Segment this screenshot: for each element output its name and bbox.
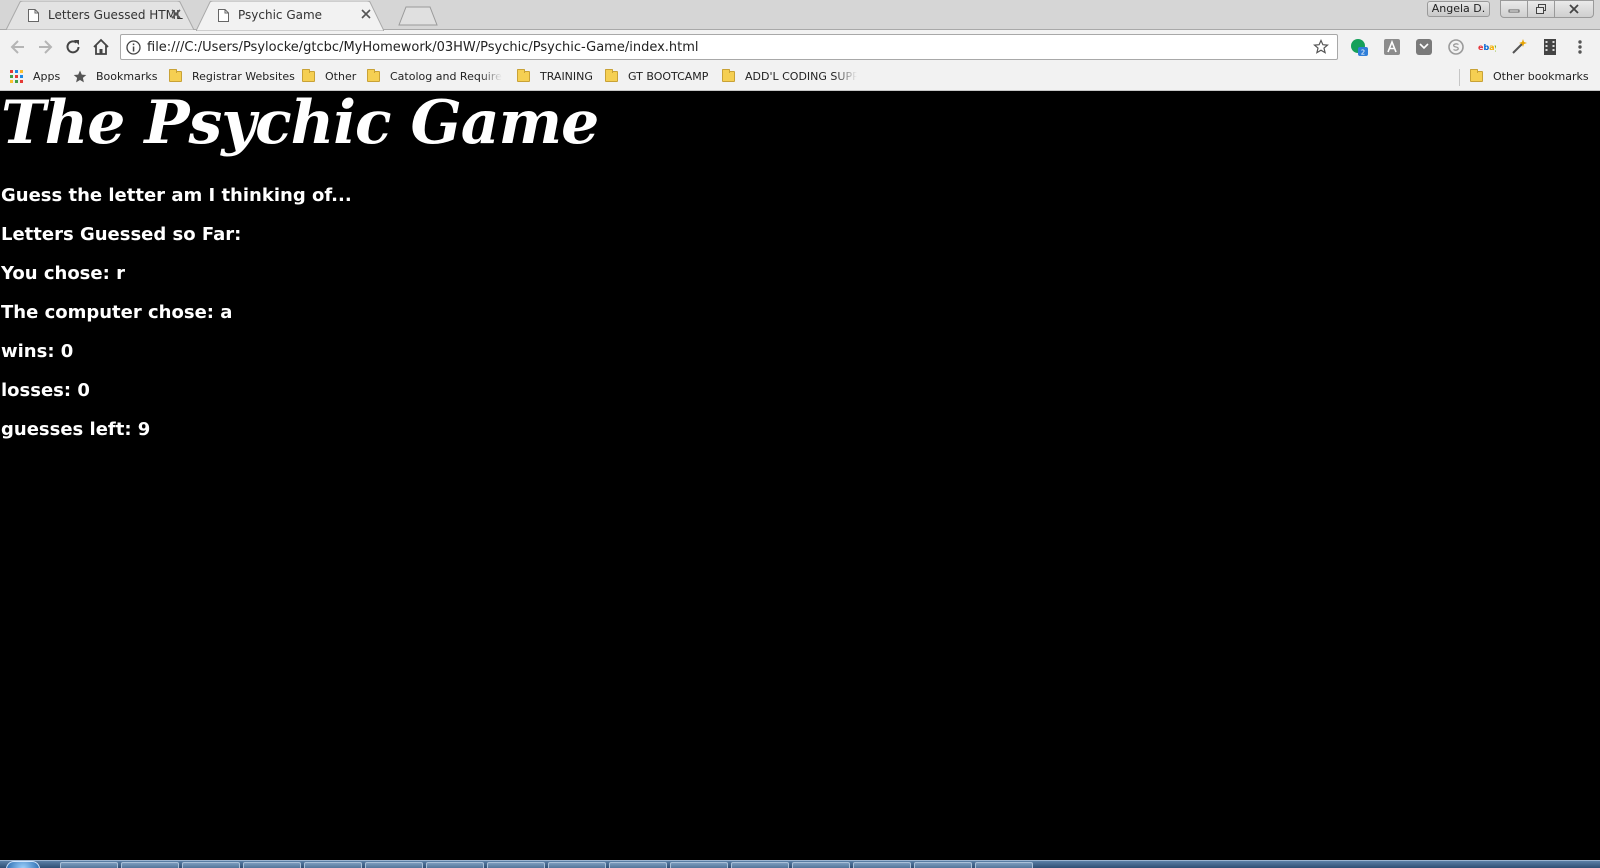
bookmark-label: Other bookmarks xyxy=(1493,70,1589,83)
ebay-extension-icon[interactable]: ebay xyxy=(1478,38,1496,56)
taskbar-item[interactable] xyxy=(60,862,118,868)
taskbar-item[interactable] xyxy=(548,862,606,868)
taskbar-item[interactable] xyxy=(853,862,911,868)
taskbar-item[interactable] xyxy=(243,862,301,868)
skype-extension-icon[interactable] xyxy=(1447,38,1465,56)
bookmark-gt-bootcamp[interactable]: GT BOOTCAMP xyxy=(605,69,715,86)
profile-button[interactable]: Angela D. xyxy=(1427,1,1490,17)
bookmark-label: Registrar Websites xyxy=(192,70,295,83)
taskbar-item[interactable] xyxy=(365,862,423,868)
browser-toolbar: file:///C:/Users/Psylocke/gtcbc/MyHomewo… xyxy=(0,30,1600,64)
minimize-button[interactable] xyxy=(1500,0,1528,18)
grammarly-extension-icon[interactable]: 2 xyxy=(1350,38,1368,56)
svg-text:ebay: ebay xyxy=(1478,43,1496,52)
taskbar-item[interactable] xyxy=(304,862,362,868)
bookmark-label: Other xyxy=(325,70,357,83)
bookmark-addl-coding-supp[interactable]: ADD'L CODING SUPP xyxy=(722,69,867,86)
document-icon xyxy=(218,9,229,22)
url-text[interactable]: file:///C:/Users/Psylocke/gtcbc/MyHomewo… xyxy=(147,40,699,55)
folder-icon xyxy=(367,69,380,82)
game-prompt: Guess the letter am I thinking of... xyxy=(1,185,352,206)
bookmark-label: ADD'L CODING SUPP xyxy=(745,70,857,83)
taskbar-item[interactable] xyxy=(792,862,850,868)
taskbar-item[interactable] xyxy=(975,862,1033,868)
new-tab-button[interactable] xyxy=(398,6,438,26)
folder-icon xyxy=(169,69,182,82)
bookmark-label: GT BOOTCAMP xyxy=(628,70,709,83)
folder-icon xyxy=(302,69,315,82)
losses-count: losses: 0 xyxy=(1,380,90,401)
info-icon[interactable] xyxy=(126,40,141,55)
close-icon[interactable] xyxy=(360,8,372,20)
tab-letters-guessed-html[interactable]: Letters Guessed HTML xyxy=(6,1,194,30)
folder-icon xyxy=(1470,69,1483,82)
letters-guessed: Letters Guessed so Far: xyxy=(1,224,242,245)
folder-icon xyxy=(605,69,618,82)
page-content: The Psychic Game Guess the letter am I t… xyxy=(0,88,1600,860)
bookmark-label: Bookmarks xyxy=(96,70,158,83)
back-arrow-icon[interactable] xyxy=(8,37,28,57)
taskbar-item[interactable] xyxy=(609,862,667,868)
folder-icon xyxy=(517,69,530,82)
bookmark-star-icon[interactable] xyxy=(1313,39,1329,55)
taskbar-item[interactable] xyxy=(426,862,484,868)
bookmark-training[interactable]: TRAINING xyxy=(517,69,597,86)
bookmark-catolog-and-requirements[interactable]: Catolog and Requirer xyxy=(367,69,507,86)
user-choice: You chose: r xyxy=(1,263,125,284)
taskbar-item[interactable] xyxy=(182,862,240,868)
bookmark-bookmarks[interactable]: Bookmarks xyxy=(73,69,163,86)
magic-wand-extension-icon[interactable] xyxy=(1510,38,1528,56)
wins-count: wins: 0 xyxy=(1,341,74,362)
taskbar-item[interactable] xyxy=(914,862,972,868)
windows-taskbar xyxy=(0,860,1600,868)
address-bar[interactable]: file:///C:/Users/Psylocke/gtcbc/MyHomewo… xyxy=(120,34,1338,60)
close-window-button[interactable] xyxy=(1554,0,1594,18)
restore-icon xyxy=(1536,4,1546,14)
taskbar-item[interactable] xyxy=(670,862,728,868)
bookmark-other-bookmarks[interactable]: Other bookmarks xyxy=(1470,69,1595,86)
home-icon[interactable] xyxy=(91,37,111,57)
tab-title: Letters Guessed HTML xyxy=(48,8,183,22)
bookmark-apps[interactable]: Apps xyxy=(10,69,70,86)
taskbar-item[interactable] xyxy=(121,862,179,868)
taskbar-item[interactable] xyxy=(487,862,545,868)
close-icon xyxy=(1569,4,1579,14)
bookmarks-divider xyxy=(1459,69,1460,86)
bookmark-label: Catolog and Requirer xyxy=(390,70,502,83)
apps-grid-icon xyxy=(10,70,23,83)
forward-arrow-icon[interactable] xyxy=(35,37,55,57)
pocket-extension-icon[interactable] xyxy=(1415,38,1433,56)
font-extension-icon[interactable] xyxy=(1383,38,1401,56)
tab-strip: Letters Guessed HTML Psychic Game Angela… xyxy=(0,0,1600,31)
bookmark-other[interactable]: Other xyxy=(302,69,362,86)
taskbar-item[interactable] xyxy=(731,862,789,868)
bookmark-label: Apps xyxy=(33,70,61,83)
reload-icon[interactable] xyxy=(63,37,83,57)
document-icon xyxy=(28,9,39,22)
restore-button[interactable] xyxy=(1527,0,1555,18)
star-icon xyxy=(73,70,87,83)
close-icon[interactable] xyxy=(170,8,182,20)
bookmarks-bar: Apps Bookmarks Registrar Websites Other … xyxy=(0,64,1600,91)
page-title: The Psychic Game xyxy=(1,88,599,158)
computer-choice: The computer chose: a xyxy=(1,302,233,323)
bookmark-label: TRAINING xyxy=(540,70,593,83)
start-button[interactable] xyxy=(6,861,40,868)
menu-dots-icon[interactable] xyxy=(1573,38,1587,56)
guesses-left: guesses left: 9 xyxy=(1,419,151,440)
tab-psychic-game[interactable]: Psychic Game xyxy=(196,1,384,31)
tab-title: Psychic Game xyxy=(238,8,323,22)
extension-badge: 2 xyxy=(1361,49,1365,57)
minimize-icon xyxy=(1508,9,1520,13)
film-extension-icon[interactable] xyxy=(1541,38,1559,56)
bookmark-registrar-websites[interactable]: Registrar Websites xyxy=(169,69,295,86)
folder-icon xyxy=(722,69,735,82)
